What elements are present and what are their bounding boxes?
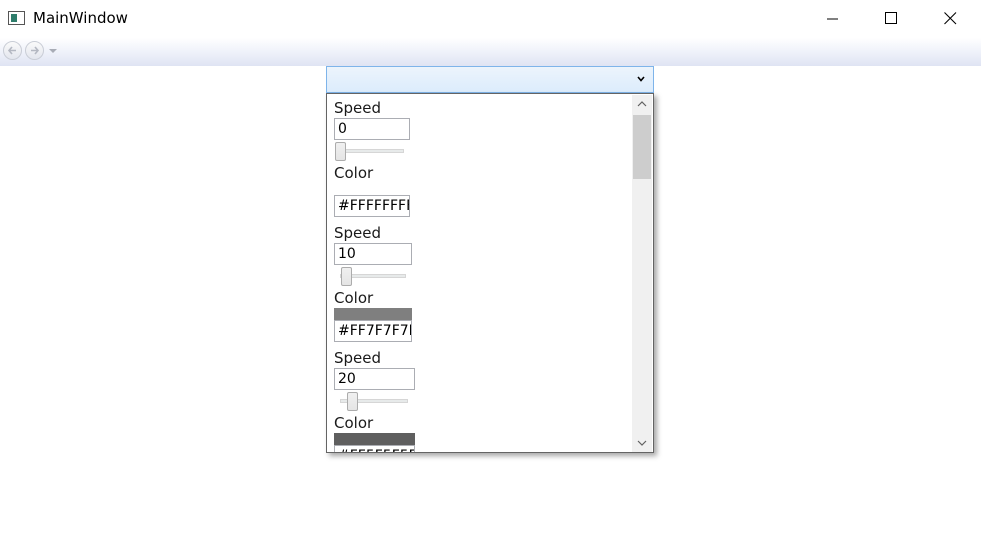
speed-label: Speed xyxy=(334,349,382,367)
back-arrow-icon xyxy=(7,46,16,55)
forward-arrow-icon xyxy=(31,46,40,55)
close-icon xyxy=(944,12,957,25)
speed-input[interactable]: 0 xyxy=(334,118,410,140)
scroll-up-icon xyxy=(637,101,647,107)
speed-input[interactable]: 20 xyxy=(334,368,415,390)
navigation-bar xyxy=(0,38,981,66)
maximize-icon xyxy=(885,12,897,24)
speed-label: Speed xyxy=(334,224,382,242)
chevron-down-icon xyxy=(637,76,645,82)
app-window-icon xyxy=(8,11,25,25)
speed-input[interactable]: 10 xyxy=(334,243,412,265)
color-label: Color xyxy=(334,289,374,307)
minimize-icon xyxy=(827,18,838,20)
window-title: MainWindow xyxy=(33,9,128,27)
maximize-button[interactable] xyxy=(863,0,921,38)
color-label: Color xyxy=(334,414,374,432)
dropdown-caret-icon[interactable] xyxy=(49,49,57,53)
color-label: Color xyxy=(334,164,374,182)
title-bar: MainWindow xyxy=(0,0,981,38)
combobox[interactable] xyxy=(326,66,654,93)
scroll-thumb[interactable] xyxy=(633,115,651,179)
forward-button[interactable] xyxy=(25,41,44,60)
speed-slider-thumb[interactable] xyxy=(335,142,346,161)
speed-label: Speed xyxy=(334,99,382,117)
color-input[interactable]: #FFFFFFFF xyxy=(334,195,410,217)
color-input[interactable]: #FF5F5F5F xyxy=(334,445,415,452)
back-button[interactable] xyxy=(3,41,22,60)
combobox-dropdown: Speed 0 Color #FFFFFFFF Speed 10 Color #… xyxy=(326,93,654,453)
close-button[interactable] xyxy=(922,0,980,38)
speed-slider-thumb[interactable] xyxy=(347,392,358,411)
scroll-down-button[interactable] xyxy=(632,434,652,452)
color-input[interactable]: #FF7F7F7F xyxy=(334,320,412,342)
minimize-button[interactable] xyxy=(805,0,863,38)
scroll-up-button[interactable] xyxy=(632,95,652,113)
speed-slider-track[interactable] xyxy=(340,149,404,153)
speed-slider-thumb[interactable] xyxy=(341,267,352,286)
vertical-scrollbar[interactable] xyxy=(632,95,652,452)
scroll-down-icon xyxy=(637,440,647,446)
